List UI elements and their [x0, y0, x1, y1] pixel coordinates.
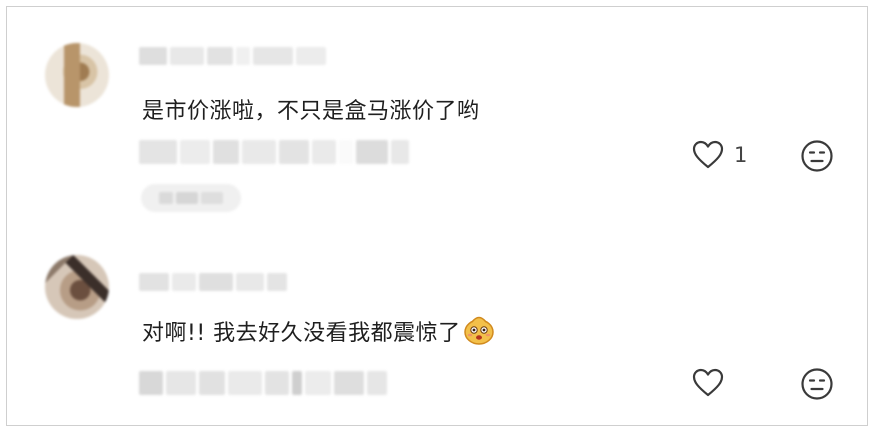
- comment-text: 对啊!! 我去好久没看我都震惊了: [142, 315, 495, 347]
- like-button[interactable]: [692, 368, 734, 398]
- comment-list: 是市价涨啦，不只是盒马涨价了哟 1 对啊!! 我去好久没看我都震惊了: [6, 6, 868, 426]
- like-count: 1: [734, 143, 748, 167]
- unamused-face-icon: [801, 140, 833, 172]
- reply-tag-redacted[interactable]: [141, 184, 241, 212]
- username-redacted[interactable]: [139, 273, 287, 291]
- heart-outline-icon: [692, 140, 724, 169]
- dislike-button[interactable]: [800, 139, 834, 173]
- username-redacted[interactable]: [139, 47, 326, 65]
- face-emoji: [463, 316, 494, 345]
- avatar[interactable]: [45, 255, 109, 319]
- avatar[interactable]: [45, 43, 109, 107]
- unamused-face-icon: [801, 368, 833, 400]
- comment-text: 是市价涨啦，不只是盒马涨价了哟: [142, 99, 480, 124]
- comment-meta-redacted: [139, 371, 387, 395]
- dislike-button[interactable]: [800, 367, 834, 401]
- comment-meta-redacted: [139, 140, 409, 164]
- heart-outline-icon: [692, 368, 724, 397]
- like-button[interactable]: 1: [692, 140, 747, 170]
